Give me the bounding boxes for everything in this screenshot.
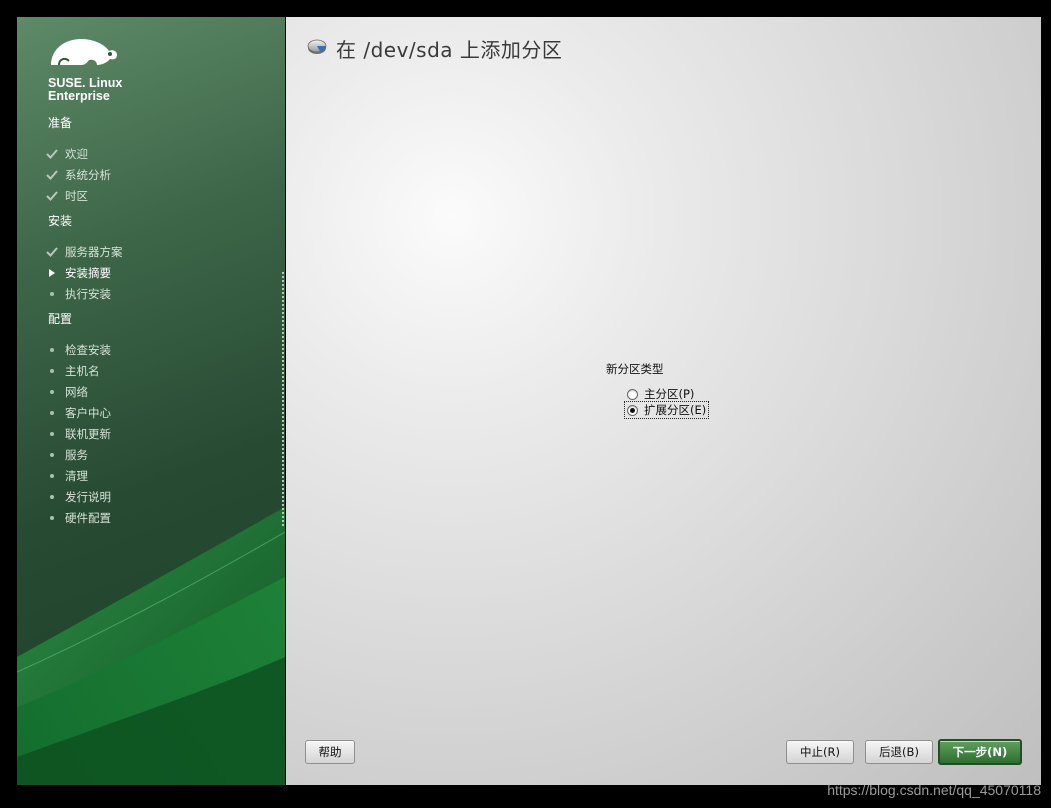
next-button[interactable]: 下一步(N) <box>938 739 1022 765</box>
arrow-right-icon <box>45 266 59 280</box>
page-title: 在 /dev/sda 上添加分区 <box>336 37 563 62</box>
bullet-icon <box>45 469 59 483</box>
suse-logo <box>47 35 119 75</box>
step-label: 联机更新 <box>65 427 111 441</box>
step-label: 检查安装 <box>65 343 111 357</box>
step-label: 清理 <box>65 469 88 483</box>
step-check-install[interactable]: 检查安装 <box>45 341 111 359</box>
check-icon <box>45 168 59 182</box>
back-button[interactable]: 后退(B) <box>865 740 933 764</box>
step-label: 发行说明 <box>65 490 111 504</box>
bullet-icon <box>45 427 59 441</box>
bullet-icon <box>45 287 59 301</box>
sidebar-scroll-divider <box>282 272 284 527</box>
step-server-scheme[interactable]: 服务器方案 <box>45 243 123 261</box>
disk-icon <box>306 35 328 61</box>
bullet-icon <box>45 448 59 462</box>
main-panel: 在 /dev/sda 上添加分区 新分区类型 主分区(P) 扩展分区(E) 帮助… <box>286 17 1041 785</box>
step-timezone[interactable]: 时区 <box>45 187 88 205</box>
bullet-icon <box>45 343 59 357</box>
chameleon-logo-icon <box>51 39 117 66</box>
radio-button-checked[interactable] <box>627 404 638 416</box>
radio-label: 主分区(P) <box>644 387 695 401</box>
radio-label: 扩展分区(E) <box>644 403 707 417</box>
step-label: 欢迎 <box>65 147 88 161</box>
step-welcome[interactable]: 欢迎 <box>45 145 88 163</box>
step-label: 时区 <box>65 189 88 203</box>
step-system-analysis[interactable]: 系统分析 <box>45 166 111 184</box>
watermark-text: https://blog.csdn.net/qq_45070118 <box>827 782 1041 798</box>
check-icon <box>45 189 59 203</box>
step-cleanup[interactable]: 清理 <box>45 467 88 485</box>
step-services[interactable]: 服务 <box>45 446 88 464</box>
bullet-icon <box>45 385 59 399</box>
brand-line-2: Enterprise <box>48 89 110 103</box>
check-icon <box>45 147 59 161</box>
radio-primary-partition[interactable]: 主分区(P) <box>625 386 696 402</box>
step-hostname[interactable]: 主机名 <box>45 362 100 380</box>
brand-text: SUSE. Linux Enterprise <box>48 77 122 103</box>
sidebar: SUSE. Linux Enterprise 准备 欢迎 系统分析 时区 安装 … <box>17 17 285 785</box>
page-title-row: 在 /dev/sda 上添加分区 <box>306 35 563 62</box>
radio-button-unchecked[interactable] <box>627 388 638 400</box>
check-icon <box>45 245 59 259</box>
step-label: 主机名 <box>65 364 100 378</box>
sidebar-swoosh-graphic <box>17 507 285 785</box>
radio-extended-partition[interactable]: 扩展分区(E) <box>623 401 710 419</box>
section-config-heading: 配置 <box>48 312 73 326</box>
help-button[interactable]: 帮助 <box>305 740 355 764</box>
bullet-icon <box>45 490 59 504</box>
step-label: 客户中心 <box>65 406 111 420</box>
step-install-summary[interactable]: 安装摘要 <box>45 264 111 282</box>
bullet-icon <box>45 364 59 378</box>
step-hardware-config[interactable]: 硬件配置 <box>45 509 111 527</box>
step-label: 硬件配置 <box>65 511 111 525</box>
step-label: 安装摘要 <box>65 266 111 280</box>
step-label: 服务 <box>65 448 88 462</box>
section-prepare-heading: 准备 <box>48 116 73 130</box>
step-network[interactable]: 网络 <box>45 383 88 401</box>
step-release-notes[interactable]: 发行说明 <box>45 488 111 506</box>
abort-button[interactable]: 中止(R) <box>786 740 854 764</box>
step-perform-install[interactable]: 执行安装 <box>45 285 111 303</box>
bullet-icon <box>45 511 59 525</box>
step-customer-center[interactable]: 客户中心 <box>45 404 111 422</box>
step-online-update[interactable]: 联机更新 <box>45 425 111 443</box>
step-label: 执行安装 <box>65 287 111 301</box>
partition-type-label: 新分区类型 <box>606 362 664 376</box>
step-label: 系统分析 <box>65 168 111 182</box>
step-label: 网络 <box>65 385 88 399</box>
bullet-icon <box>45 406 59 420</box>
section-install-heading: 安装 <box>48 214 73 228</box>
installer-window: SUSE. Linux Enterprise 准备 欢迎 系统分析 时区 安装 … <box>17 17 1041 785</box>
step-label: 服务器方案 <box>65 245 123 259</box>
